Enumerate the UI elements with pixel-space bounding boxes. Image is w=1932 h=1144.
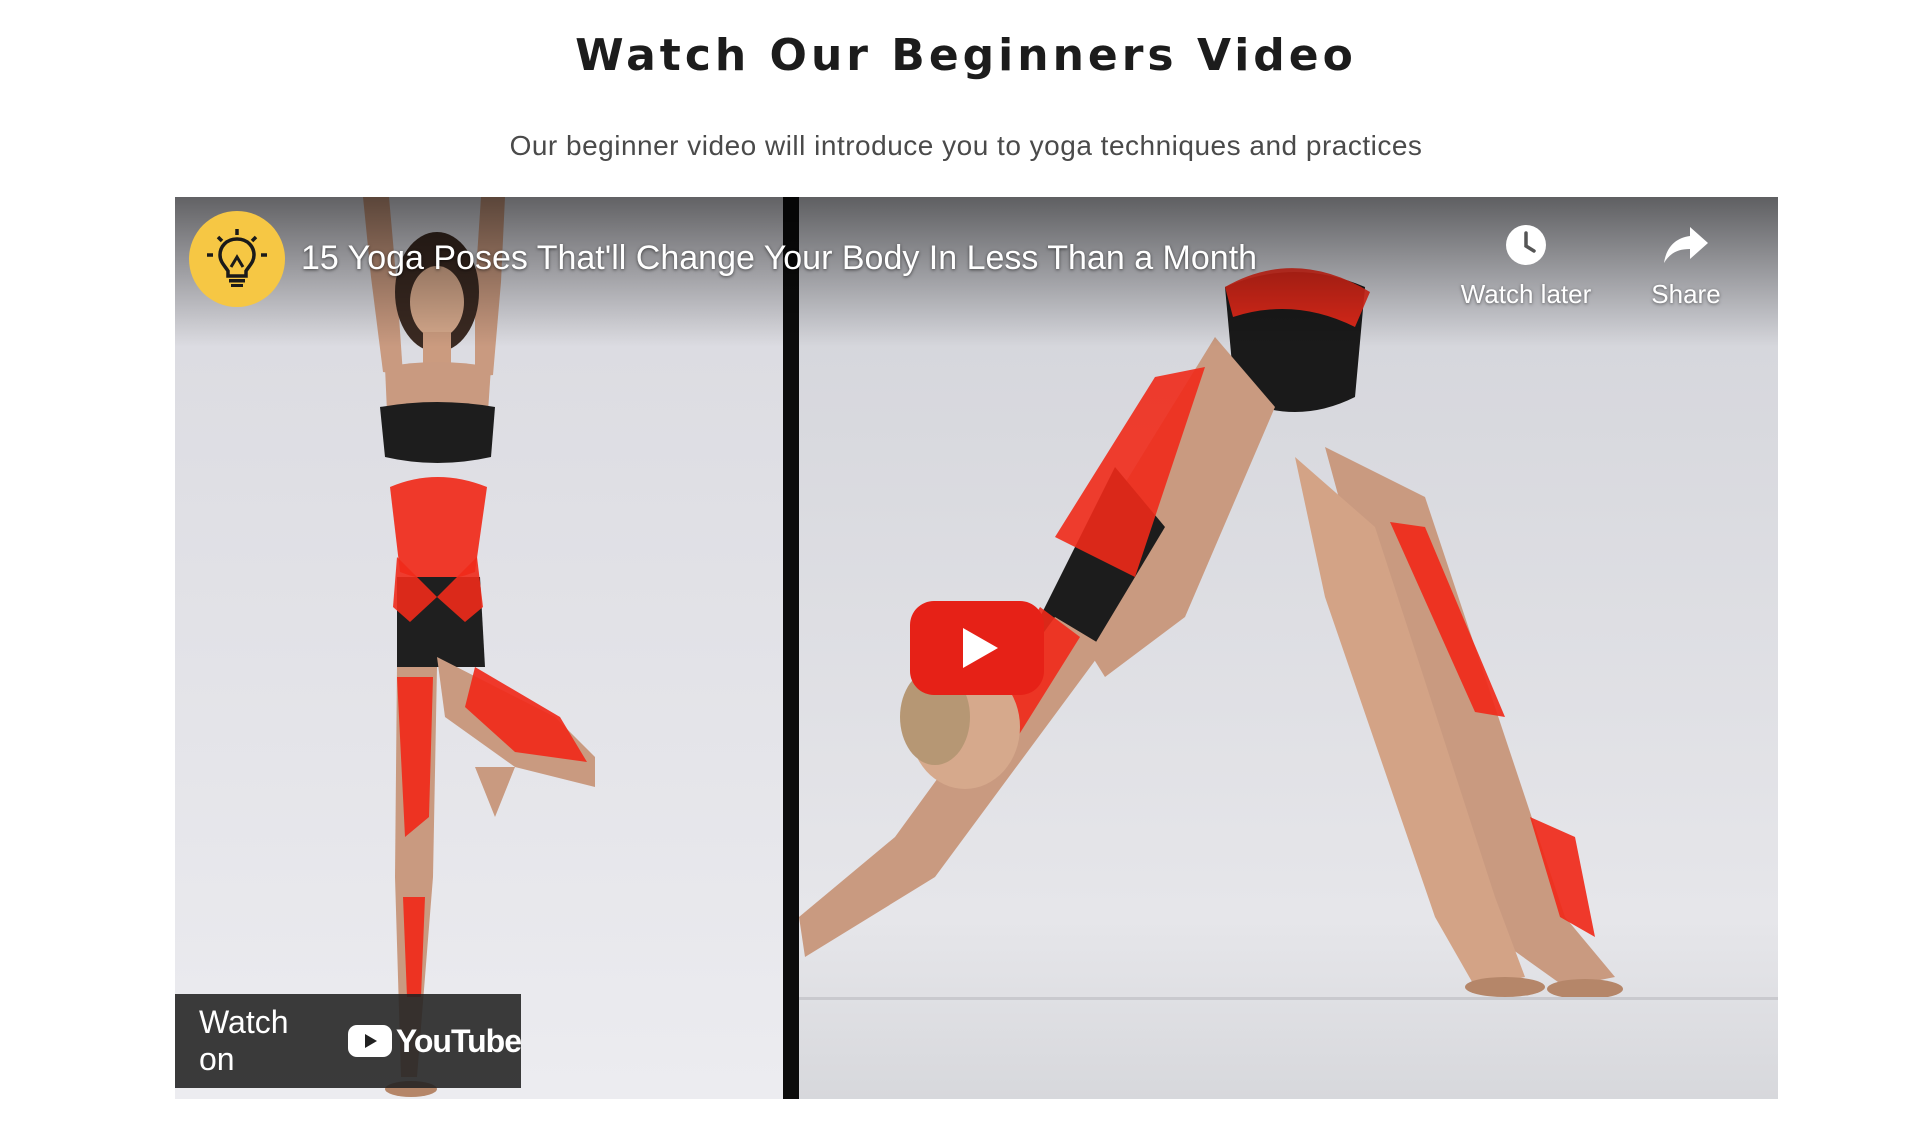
channel-avatar[interactable] — [189, 211, 285, 307]
clock-icon — [1506, 225, 1546, 265]
watch-later-button[interactable]: Watch later — [1451, 219, 1601, 310]
youtube-wordmark: YouTube — [395, 1022, 522, 1059]
watch-on-label: Watch on — [199, 1004, 289, 1077]
lightbulb-icon — [207, 229, 267, 287]
share-button[interactable]: Share — [1611, 219, 1761, 310]
play-button[interactable] — [910, 601, 1044, 695]
video-title[interactable]: 15 Yoga Poses That'll Change Your Body I… — [301, 239, 1257, 278]
section-subheading: Our beginner video will introduce you to… — [509, 130, 1423, 161]
share-label: Share — [1651, 279, 1721, 309]
youtube-logo: YouTube — [347, 1022, 522, 1060]
section-heading: Watch Our Beginners Video — [575, 30, 1357, 81]
embedded-video-player[interactable]: 15 Yoga Poses That'll Change Your Body I… — [175, 197, 1778, 1099]
page: Watch Our Beginners Video Our beginner v… — [0, 0, 1932, 1144]
watch-later-label: Watch later — [1460, 279, 1592, 309]
share-arrow-icon — [1664, 227, 1708, 263]
watch-on-youtube-link[interactable]: Watch on YouTube — [175, 994, 522, 1088]
youtube-play-icon — [347, 1025, 392, 1057]
